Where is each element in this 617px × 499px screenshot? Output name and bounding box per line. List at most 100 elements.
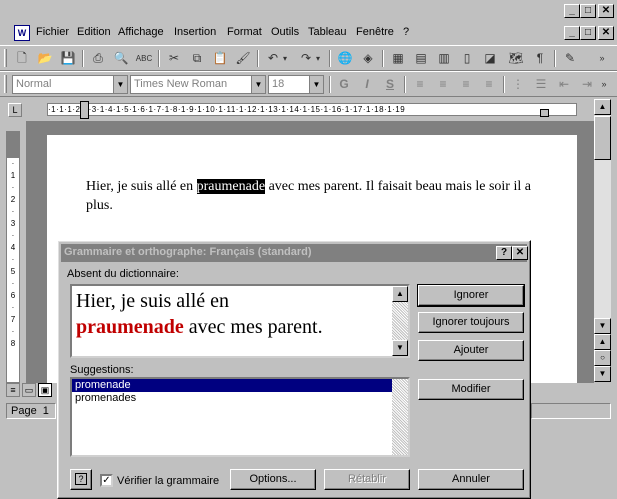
hyperlink-icon[interactable]: 🌐 <box>335 49 355 68</box>
decrease-indent-icon[interactable]: ⇤ <box>554 75 574 94</box>
menu-tableau[interactable]: Tableau <box>308 26 347 38</box>
check-grammar-checkbox[interactable]: ✓ <box>100 474 113 487</box>
normal-view-icon[interactable]: ≡ <box>6 383 20 397</box>
tables-borders-icon[interactable]: ▦ <box>388 49 408 68</box>
cut-icon[interactable]: ✂ <box>164 49 184 68</box>
format-painter-icon[interactable]: 🖌 <box>233 49 253 68</box>
toolbar-more-icon[interactable]: » <box>596 49 608 68</box>
font-size-combo[interactable]: 18 ▼ <box>268 75 324 94</box>
columns-icon[interactable]: ▯ <box>457 49 477 68</box>
formatting-toolbar: Normal ▼ Times New Roman ▼ 18 ▼ G I S ≡ … <box>0 71 617 97</box>
vertical-scrollbar[interactable]: ▲ ▼ ▲ ○ ▼ <box>594 99 611 382</box>
font-combo[interactable]: Times New Roman ▼ <box>130 75 266 94</box>
ignore-all-button[interactable]: Ignorer toujours <box>418 312 524 333</box>
indent-marker[interactable] <box>80 101 89 119</box>
save-icon[interactable]: 💾 <box>58 49 78 68</box>
align-right-icon[interactable]: ≡ <box>456 75 476 94</box>
document-text[interactable]: Hier, je suis allé en praumenade avec me… <box>86 177 556 215</box>
right-indent-marker[interactable] <box>540 109 549 117</box>
undo-button[interactable]: Rétablir <box>324 469 410 490</box>
bullets-icon[interactable]: ☰ <box>531 75 551 94</box>
scroll-down-icon[interactable]: ▼ <box>392 340 408 356</box>
copy-icon[interactable]: ⧉ <box>187 49 207 68</box>
insert-table-icon[interactable]: ▤ <box>411 49 431 68</box>
insert-excel-icon[interactable]: ▥ <box>434 49 454 68</box>
italic-button[interactable]: I <box>357 75 377 94</box>
vertical-ruler[interactable]: · 1 · 2 · 3 · 4 · 5 · 6 · 7 · 8 <box>6 131 20 383</box>
align-left-icon[interactable]: ≡ <box>410 75 430 94</box>
restore-button[interactable]: □ <box>580 4 596 18</box>
increase-indent-icon[interactable]: ⇥ <box>577 75 597 94</box>
chevron-down-icon[interactable]: ▼ <box>309 76 323 93</box>
menu-outils[interactable]: Outils <box>271 26 299 38</box>
tab-selector[interactable]: L <box>8 103 22 117</box>
bold-button[interactable]: G <box>334 75 354 94</box>
paste-icon[interactable]: 📋 <box>210 49 230 68</box>
suggestions-list[interactable]: promenade promenades <box>70 377 410 457</box>
word-doc-icon[interactable]: W <box>14 25 30 41</box>
underline-button[interactable]: S <box>380 75 400 94</box>
new-doc-icon[interactable]: 🗋 <box>12 49 32 68</box>
doc-close-button[interactable]: ✕ <box>598 26 614 40</box>
print-preview-icon[interactable]: 🔍 <box>111 49 131 68</box>
chevron-down-icon[interactable]: ▼ <box>251 76 265 93</box>
page-view-icon[interactable]: ▣ <box>38 383 52 397</box>
undo-dropdown-icon[interactable]: ▾ <box>280 49 290 68</box>
notfound-scrollbar[interactable]: ▲ ▼ <box>392 286 408 356</box>
menu-edition[interactable]: Edition <box>77 26 111 38</box>
doc-minimize-button[interactable]: _ <box>564 26 580 40</box>
menu-fichier[interactable]: Fichier <box>36 26 69 38</box>
minimize-button[interactable]: _ <box>564 4 580 18</box>
toolbar-separator <box>382 50 384 67</box>
prev-page-icon[interactable]: ▲ <box>594 334 611 350</box>
menu-format[interactable]: Format <box>227 26 262 38</box>
drawing-icon[interactable]: ◪ <box>480 49 500 68</box>
list-item[interactable]: promenade <box>72 379 408 392</box>
scroll-up-icon[interactable]: ▲ <box>392 286 408 302</box>
ignore-button[interactable]: Ignorer <box>417 284 525 307</box>
numbering-icon[interactable]: ⋮ <box>508 75 528 94</box>
selected-misspelled-word[interactable]: praumenade <box>196 179 266 194</box>
menu-fenetre[interactable]: Fenêtre <box>356 26 394 38</box>
doc-restore-button[interactable]: □ <box>580 26 596 40</box>
add-button[interactable]: Ajouter <box>418 340 524 361</box>
toolbar-more-icon[interactable]: » <box>598 75 610 94</box>
toolbar-grip[interactable] <box>4 75 7 93</box>
dialog-help-button[interactable]: ? <box>496 246 512 260</box>
next-page-icon[interactable]: ▼ <box>594 366 611 382</box>
browse-object-icon[interactable]: ○ <box>594 350 611 366</box>
options-button[interactable]: Options... <box>230 469 316 490</box>
menu-help[interactable]: ? <box>403 26 409 38</box>
list-item[interactable]: promenades <box>72 392 408 405</box>
ruler-scale[interactable]: ·1·1·1·2·1·3·1·4·1·5·1·6·1·7·1·8·1·9·1·1… <box>47 103 577 116</box>
align-center-icon[interactable]: ≡ <box>433 75 453 94</box>
dialog-title-bar[interactable]: Grammaire et orthographe: Français (stan… <box>61 244 528 262</box>
style-combo[interactable]: Normal ▼ <box>12 75 128 94</box>
spelling-icon[interactable]: ABC <box>134 49 154 68</box>
notfound-textbox[interactable]: Hier, je suis allé en praumenade avec me… <box>70 284 410 358</box>
change-button[interactable]: Modifier <box>418 379 524 400</box>
assistant-help-button[interactable]: ? <box>70 469 92 490</box>
document-map-icon[interactable]: 🗺 <box>506 49 526 68</box>
show-hide-icon[interactable]: ¶ <box>530 49 550 68</box>
toolbar-grip[interactable] <box>4 49 7 67</box>
scroll-thumb[interactable] <box>594 116 611 160</box>
open-folder-icon[interactable]: 📂 <box>35 49 55 68</box>
scroll-up-icon[interactable]: ▲ <box>594 99 611 115</box>
menu-insertion[interactable]: Insertion <box>174 26 216 38</box>
justify-icon[interactable]: ≡ <box>479 75 499 94</box>
redo-dropdown-icon[interactable]: ▾ <box>313 49 323 68</box>
check-grammar-label[interactable]: Vérifier la grammaire <box>117 475 219 487</box>
chevron-down-icon[interactable]: ▼ <box>113 76 127 93</box>
web-toolbar-icon[interactable]: ◈ <box>358 49 378 68</box>
office-assistant-icon[interactable]: ✎ <box>560 49 580 68</box>
web-view-icon[interactable]: ▭ <box>22 383 36 397</box>
cancel-button[interactable]: Annuler <box>418 469 524 490</box>
dialog-close-button[interactable]: ✕ <box>512 246 528 260</box>
menu-affichage[interactable]: Affichage <box>118 26 164 38</box>
scroll-down-icon[interactable]: ▼ <box>594 318 611 334</box>
print-icon[interactable]: ⎙ <box>88 49 108 68</box>
suggestions-scrollbar[interactable] <box>392 379 408 455</box>
font-value: Times New Roman <box>134 78 228 90</box>
close-button[interactable]: ✕ <box>598 4 614 18</box>
